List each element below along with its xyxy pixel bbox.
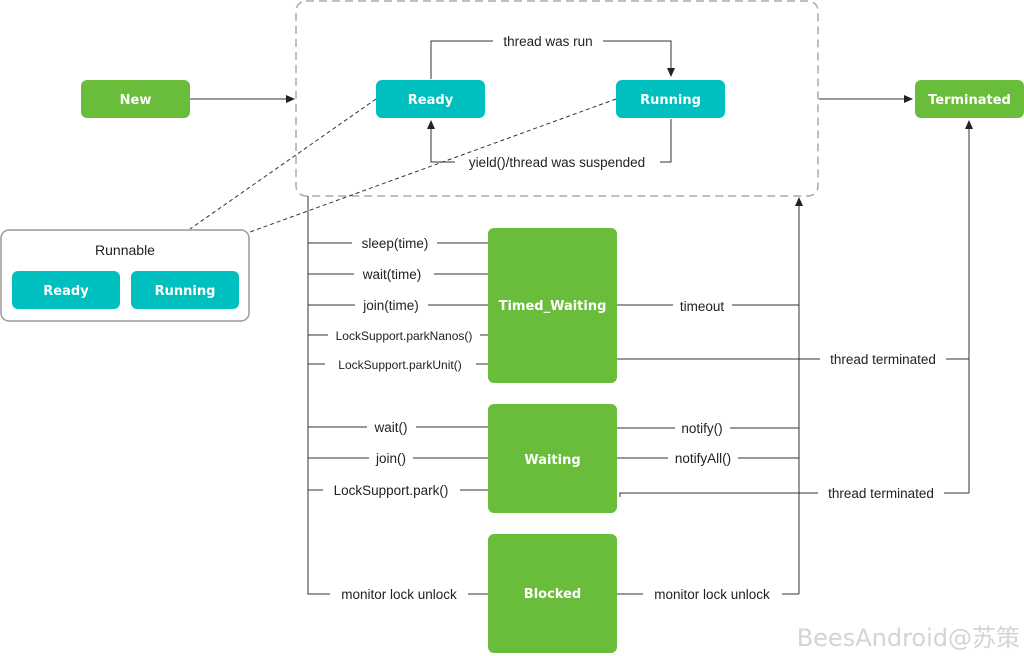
edge-label-wait: wait(): [374, 420, 408, 435]
legend-running: Running: [131, 271, 239, 309]
node-timed-waiting[interactable]: Timed_Waiting: [488, 228, 617, 383]
edge-label-notify: notify(): [681, 421, 722, 436]
svg-text:Running: Running: [155, 284, 216, 299]
edge-label-monitor-unlock-out: monitor lock unlock: [654, 587, 770, 602]
svg-text:Blocked: Blocked: [524, 587, 581, 602]
edge-label-monitor-unlock-in: monitor lock unlock: [341, 587, 457, 602]
node-ready[interactable]: Ready: [376, 80, 485, 118]
node-terminated[interactable]: Terminated: [915, 80, 1024, 118]
left-trunk-line: [307, 196, 330, 595]
edge-label-park-unit: LockSupport.parkUnit(): [338, 358, 461, 372]
edge-label-yield: yield()/thread was suspended: [469, 155, 645, 170]
edge-label-thread-was-run: thread was run: [503, 34, 592, 49]
svg-text:Ready: Ready: [43, 284, 89, 299]
edge-label-wait-time: wait(time): [362, 267, 422, 282]
runnable-legend-title: Runnable: [95, 242, 155, 258]
watermark: BeesAndroid@苏策: [797, 624, 1020, 652]
svg-text:Ready: Ready: [408, 93, 454, 108]
node-new[interactable]: New: [81, 80, 190, 118]
edge-label-join-time: join(time): [362, 298, 419, 313]
svg-text:New: New: [120, 93, 152, 108]
svg-text:Waiting: Waiting: [524, 453, 580, 468]
runnable-legend: Runnable Ready Running: [0, 229, 250, 322]
edge-label-notify-all: notifyAll(): [675, 451, 731, 466]
edge-label-sleep-time: sleep(time): [362, 236, 429, 251]
edge-label-park-nanos: LockSupport.parkNanos(): [336, 329, 473, 343]
edge-label-timeout: timeout: [680, 299, 725, 314]
thread-state-diagram: thread was run yield()/thread was suspen…: [0, 0, 1024, 653]
node-running[interactable]: Running: [616, 80, 725, 118]
legend-ready: Ready: [12, 271, 120, 309]
node-waiting[interactable]: Waiting: [488, 404, 617, 513]
svg-text:Terminated: Terminated: [928, 93, 1011, 108]
svg-text:Running: Running: [640, 93, 701, 108]
edge-label-join: join(): [375, 451, 406, 466]
edge-label-thread-terminated-2: thread terminated: [828, 486, 934, 501]
edge-label-park: LockSupport.park(): [334, 483, 449, 498]
dashed-connector-ready: [189, 98, 377, 230]
node-blocked[interactable]: Blocked: [488, 534, 617, 653]
edge-label-thread-terminated-1: thread terminated: [830, 352, 936, 367]
svg-text:Timed_Waiting: Timed_Waiting: [499, 299, 607, 314]
